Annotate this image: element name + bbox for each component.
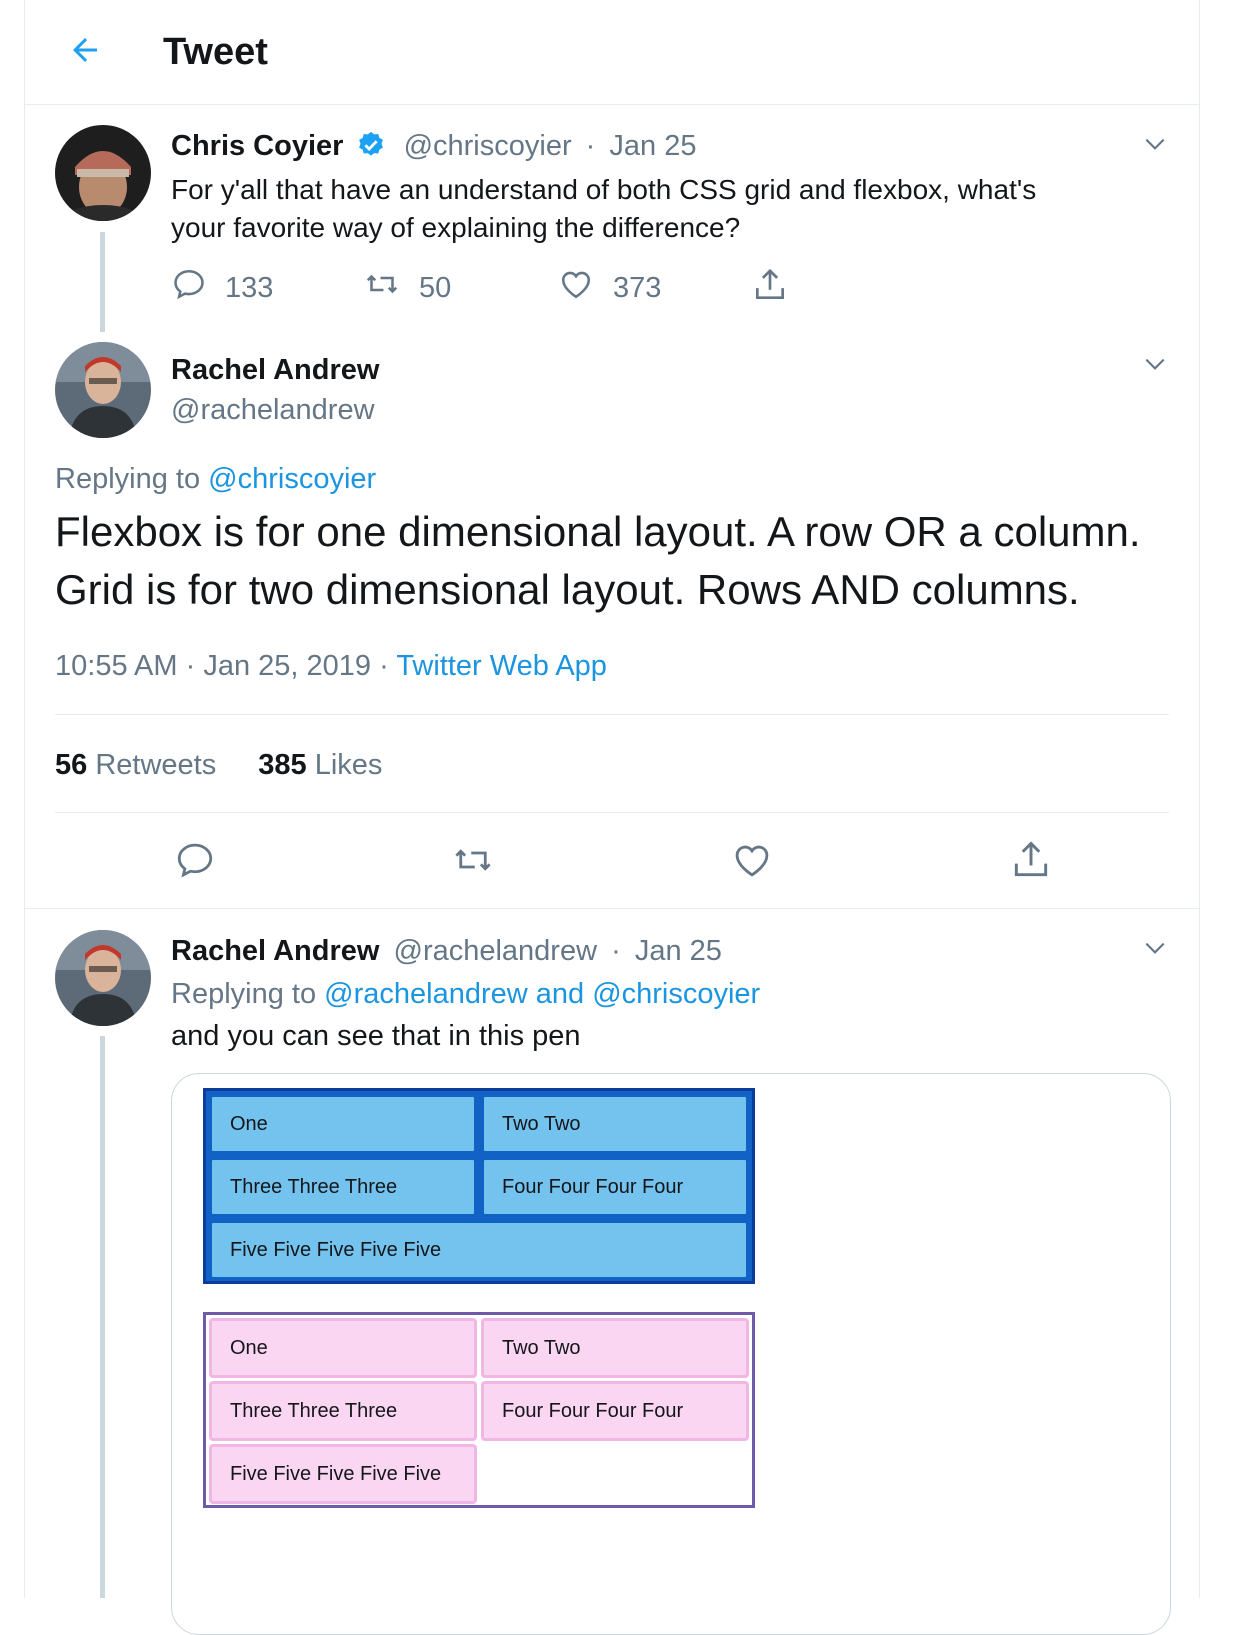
pen-preview-card[interactable]: One Two Two Three Three Three Four Four …	[171, 1073, 1171, 1635]
reply-icon	[174, 839, 216, 886]
flex-item: Three Three Three	[209, 1381, 477, 1441]
tweet1-like-count: 373	[613, 271, 662, 304]
replying-to-link[interactable]: @chriscoyier	[208, 463, 376, 495]
meta-dot: ·	[185, 650, 196, 682]
likes-stat[interactable]: 385 Likes	[258, 749, 382, 781]
tweet1-more-button[interactable]	[1139, 130, 1171, 162]
main-tweet-source[interactable]: Twitter Web App	[396, 650, 607, 682]
tweet-page-column: Tweet Chris Coyier @chriscoyier · Jan 25…	[24, 0, 1200, 1635]
grid-item: Five Five Five Five Five	[209, 1220, 749, 1280]
main-tweet-meta: 10:55 AM · Jan 25, 2019 · Twitter Web Ap…	[55, 647, 607, 685]
retweet-count: 56	[55, 749, 88, 781]
grid-item: One	[209, 1094, 477, 1154]
chevron-down-icon	[1142, 351, 1168, 382]
main-tweet-reply-button[interactable]	[167, 834, 223, 890]
main-tweet-retweet-button[interactable]	[445, 834, 501, 890]
back-button[interactable]	[61, 28, 109, 76]
like-icon	[557, 266, 595, 310]
replying-prefix: Replying to	[171, 978, 317, 1010]
tweet1-reply-button[interactable]: 133	[171, 266, 273, 310]
flex-demo: One Two Two Three Three Three Four Four …	[203, 1312, 755, 1508]
like-icon	[730, 839, 774, 886]
main-tweet-author-name[interactable]: Rachel Andrew	[171, 352, 379, 388]
reply-text: and you can see that in this pen	[171, 1020, 581, 1052]
chevron-down-icon	[1142, 131, 1168, 162]
reply-date[interactable]: Jan 25	[635, 935, 722, 967]
divider	[55, 812, 1169, 813]
main-tweet-replying-to: Replying to @chriscoyier	[55, 461, 376, 497]
tweet1-header: Chris Coyier @chriscoyier · Jan 25	[171, 128, 696, 169]
tweet1-handle[interactable]: @chriscoyier	[404, 130, 572, 162]
retweet-icon	[363, 266, 401, 310]
flex-item: Four Four Four Four	[481, 1381, 749, 1441]
reply-header: Rachel Andrew @rachelandrew · Jan 25	[171, 933, 722, 969]
flex-item: Two Two	[481, 1318, 749, 1378]
avatar-rachel-andrew[interactable]	[55, 930, 151, 1026]
flex-item: Five Five Five Five Five	[209, 1444, 477, 1504]
reply-author-name[interactable]: Rachel Andrew	[171, 935, 379, 967]
grid-item: Three Three Three	[209, 1157, 477, 1217]
tweet1-reply-count: 133	[225, 271, 274, 304]
thread-line	[100, 1036, 105, 1598]
verified-badge-icon	[356, 130, 386, 169]
reply-icon	[171, 266, 207, 310]
divider	[25, 908, 1199, 909]
replying-prefix: Replying to	[55, 463, 201, 495]
retweets-stat[interactable]: 56 Retweets	[55, 749, 224, 781]
main-tweet-stats: 56 Retweets 385 Likes	[55, 746, 382, 784]
reply-replying-to: Replying to @rachelandrew and @chriscoyi…	[171, 976, 760, 1012]
reply-handle[interactable]: @rachelandrew	[394, 935, 598, 967]
grid-item: Four Four Four Four	[481, 1157, 749, 1217]
tweet1-like-button[interactable]: 373	[557, 266, 661, 310]
reply-separator: ·	[611, 935, 621, 967]
retweet-icon	[451, 839, 495, 886]
reply-more-button[interactable]	[1139, 934, 1171, 966]
tweet1-text-line1: For y'all that have an understand of bot…	[171, 174, 1037, 205]
main-tweet-text-line2: Grid is for two dimensional layout. Rows…	[55, 566, 1080, 613]
avatar-rachel-andrew[interactable]	[55, 342, 151, 438]
divider	[55, 714, 1169, 715]
grid-demo: One Two Two Three Three Three Four Four …	[203, 1088, 755, 1284]
page-header: Tweet	[25, 0, 1199, 105]
share-icon	[751, 266, 789, 312]
page-title: Tweet	[163, 31, 268, 73]
avatar-chris-coyier[interactable]	[55, 125, 151, 221]
flex-item: One	[209, 1318, 477, 1378]
tweet1-retweet-count: 50	[419, 271, 452, 304]
main-tweet-share-button[interactable]	[1003, 834, 1059, 890]
tweet1-author-name[interactable]: Chris Coyier	[171, 130, 343, 162]
main-tweet-like-button[interactable]	[724, 834, 780, 890]
arrow-left-icon	[67, 32, 103, 73]
main-tweet-author-label: Rachel Andrew	[171, 354, 380, 386]
main-tweet-more-button[interactable]	[1139, 350, 1171, 382]
tweet1-share-button[interactable]	[751, 266, 789, 312]
retweet-label: Retweets	[95, 749, 217, 781]
like-count: 385	[258, 749, 307, 781]
replying-to-link[interactable]: @rachelandrew and @chriscoyier	[324, 978, 760, 1010]
share-icon	[1009, 838, 1053, 887]
meta-dot: ·	[379, 650, 389, 682]
grid-item: Two Two	[481, 1094, 749, 1154]
tweet1-date[interactable]: Jan 25	[609, 130, 696, 162]
tweet1-separator: ·	[585, 130, 596, 162]
main-tweet-time[interactable]: 10:55 AM	[55, 650, 178, 682]
main-tweet-date[interactable]: Jan 25, 2019	[203, 650, 371, 682]
thread-line	[100, 232, 105, 332]
like-label: Likes	[314, 749, 383, 781]
main-tweet-text-line1: Flexbox is for one dimensional layout. A…	[55, 508, 1141, 555]
tweet1-retweet-button[interactable]: 50	[363, 266, 451, 310]
main-tweet-handle[interactable]: @rachelandrew	[171, 392, 375, 428]
chevron-down-icon	[1142, 935, 1168, 966]
tweet1-text-line2: your favorite way of explaining the diff…	[171, 212, 741, 243]
